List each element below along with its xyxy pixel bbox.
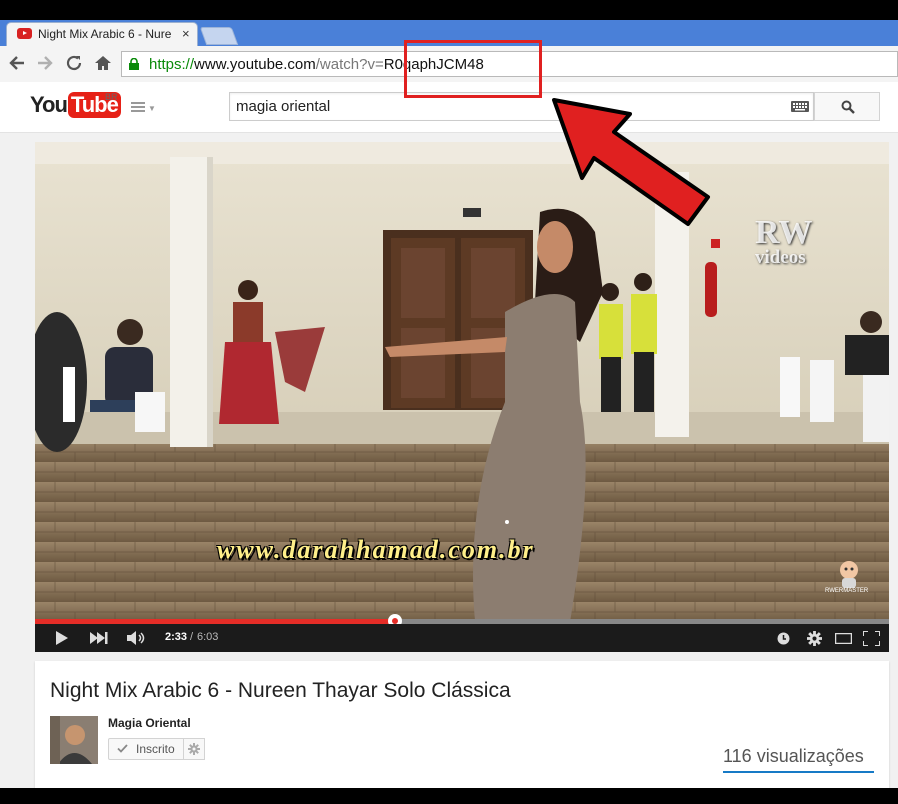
back-arrow-icon — [9, 56, 24, 70]
url-host: www.youtube.com — [194, 56, 316, 73]
home-button[interactable] — [92, 52, 114, 74]
total-time: 6:03 — [197, 631, 219, 643]
chevron-down-icon[interactable]: ▼ — [148, 104, 156, 113]
screen-top-border — [0, 0, 898, 20]
subscription-settings-button[interactable] — [183, 738, 205, 760]
watermark-rw-logo: RW — [755, 214, 813, 251]
video-frame[interactable]: RW videos www.darahhamad.com.br RWERMAST… — [35, 142, 889, 622]
view-count: 116 visualizações — [723, 746, 864, 766]
tab-close-icon[interactable]: × — [182, 26, 190, 41]
screen-bottom-border — [0, 788, 898, 804]
search-icon — [841, 100, 855, 114]
gear-icon — [188, 743, 200, 755]
youtube-favicon-icon — [17, 28, 32, 39]
forward-arrow-icon — [38, 56, 53, 70]
video-title: Night Mix Arabic 6 - Nureen Thayar Solo … — [50, 679, 511, 702]
avatar-image — [50, 716, 98, 764]
watermark-corner-text: RWERMASTER — [825, 588, 869, 594]
annotation-highlight-box — [404, 40, 542, 98]
reload-icon — [66, 55, 82, 71]
volume-icon[interactable] — [127, 631, 147, 645]
settings-gear-icon[interactable] — [807, 631, 822, 646]
home-icon — [95, 56, 111, 70]
watermark-website: www.darahhamad.com.br — [217, 535, 535, 564]
video-info-card: Night Mix Arabic 6 - Nureen Thayar Solo … — [35, 661, 889, 804]
url-path: /watch?v= — [315, 56, 384, 73]
annotation-arrow-icon — [552, 98, 710, 226]
keyboard-icon[interactable] — [791, 101, 809, 112]
url-scheme: https:// — [149, 56, 195, 73]
player-controls: 2:33 / 6:03 — [35, 624, 889, 652]
guide-menu-icon[interactable] — [131, 102, 145, 112]
reload-button[interactable] — [63, 52, 85, 74]
current-time: 2:33 — [165, 631, 188, 643]
subscribed-label: Inscrito — [136, 742, 175, 756]
watch-later-icon[interactable] — [777, 632, 790, 645]
view-count-underline — [723, 771, 874, 773]
new-tab-button[interactable] — [199, 27, 239, 45]
forward-button[interactable] — [34, 52, 56, 74]
channel-avatar[interactable] — [50, 716, 98, 764]
back-button[interactable] — [6, 52, 28, 74]
search-button[interactable] — [814, 92, 880, 121]
lock-icon — [129, 58, 139, 70]
play-icon[interactable] — [55, 631, 69, 645]
subscribed-button[interactable]: Inscrito — [108, 738, 184, 760]
mascot-icon — [840, 561, 858, 588]
next-video-icon[interactable] — [90, 632, 108, 644]
tab-title: Night Mix Arabic 6 - Nure — [38, 27, 172, 41]
video-player[interactable]: RW videos www.darahhamad.com.br RWERMAST… — [35, 142, 889, 652]
watermark-rw-subtitle: videos — [755, 247, 806, 268]
logo-you: You — [30, 92, 68, 117]
browser-tab-active[interactable]: Night Mix Arabic 6 - Nure × — [6, 22, 198, 46]
fullscreen-icon[interactable] — [863, 631, 880, 646]
country-code: BR — [105, 92, 118, 102]
time-separator: / — [190, 631, 194, 643]
checkmark-icon — [117, 744, 128, 753]
channel-name[interactable]: Magia Oriental — [108, 716, 191, 730]
theater-mode-icon[interactable] — [835, 633, 852, 644]
